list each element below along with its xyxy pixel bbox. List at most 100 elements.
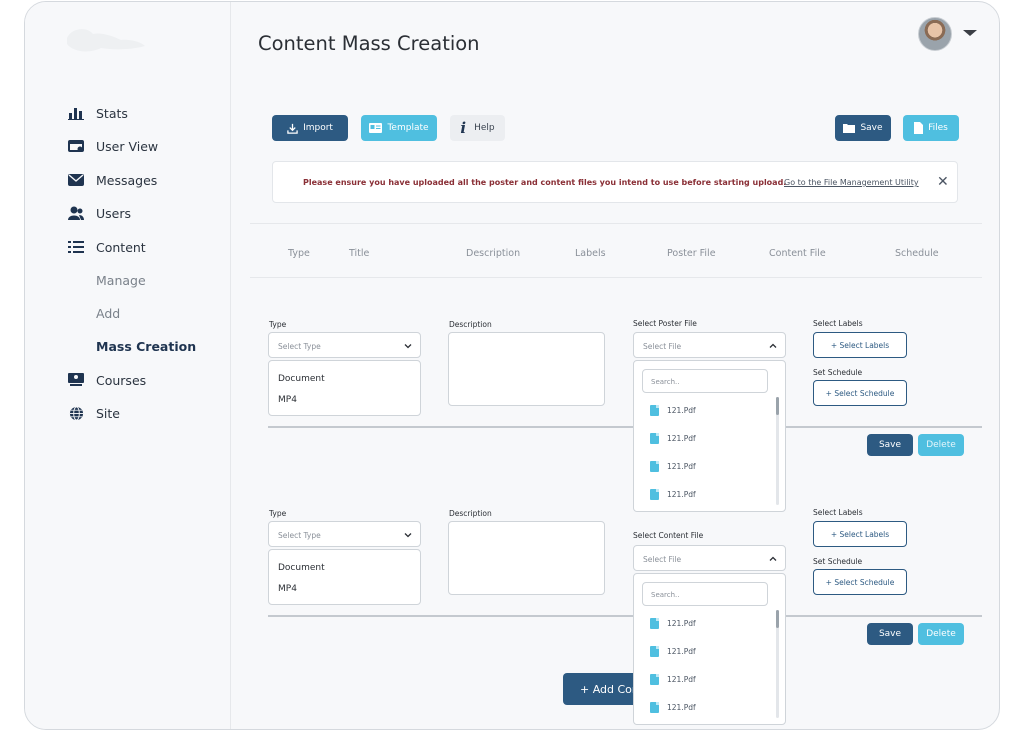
poster-file-select[interactable]: Select File [633, 332, 786, 358]
sidebar: Stats User View Messages Users Content M… [25, 2, 231, 729]
sidebar-item-users[interactable]: Users [67, 202, 217, 224]
content-file-select[interactable]: Select File [633, 545, 786, 571]
file-management-link[interactable]: Go to the File Management Utility [784, 178, 919, 187]
folder-icon [843, 124, 856, 133]
file-icon [650, 701, 659, 713]
scrollbar-thumb[interactable] [776, 397, 779, 415]
file-icon [650, 673, 659, 685]
sidebar-subitem-manage[interactable]: Manage [67, 269, 217, 291]
select-schedule-button[interactable]: + Select Schedule [813, 569, 907, 595]
row-save-button[interactable]: Save [867, 623, 913, 645]
sidebar-item-site[interactable]: Site [67, 402, 217, 424]
file-option[interactable]: 121.Pdf [650, 700, 696, 714]
type-select-placeholder: Select Type [278, 531, 321, 540]
file-name: 121.Pdf [667, 433, 696, 443]
sidebar-item-label: Messages [96, 172, 158, 188]
schedule-label: Set Schedule [813, 557, 863, 566]
sidebar-subitem-add[interactable]: Add [67, 302, 217, 324]
content-file-placeholder: Select File [643, 555, 682, 564]
content-file-search-input[interactable]: Search.. [642, 582, 768, 606]
file-name: 121.Pdf [667, 489, 696, 499]
main-content: Content Mass Creation Import Template i … [232, 2, 999, 729]
type-options-list: Document MP4 [268, 549, 421, 605]
presentation-icon [67, 372, 85, 388]
id-card-icon [369, 123, 383, 133]
file-icon [914, 122, 924, 134]
sidebar-item-user-view[interactable]: User View [67, 135, 217, 157]
avatar[interactable] [918, 17, 952, 51]
sidebar-item-label: Mass Creation [96, 338, 197, 354]
row-separator [268, 426, 633, 428]
files-button[interactable]: Files [903, 115, 959, 141]
file-option[interactable]: 121.Pdf [650, 403, 696, 417]
poster-file-dropdown: Search.. 121.Pdf 121.Pdf 121.Pdf 121.Pdf [633, 360, 786, 512]
file-option[interactable]: 121.Pdf [650, 459, 696, 473]
app-window: Stats User View Messages Users Content M… [24, 1, 1000, 730]
row-save-button[interactable]: Save [867, 434, 913, 456]
row-delete-button[interactable]: Delete [918, 434, 964, 456]
type-select[interactable]: Select Type [268, 521, 421, 547]
import-button[interactable]: Import [272, 115, 348, 141]
file-option[interactable]: 121.Pdf [650, 487, 696, 501]
sidebar-item-messages[interactable]: Messages [67, 169, 217, 191]
description-label: Description [449, 509, 492, 518]
content-file-dropdown: Search.. 121.Pdf 121.Pdf 121.Pdf 121.Pdf [633, 573, 786, 725]
sidebar-item-label: Users [96, 205, 132, 221]
file-option[interactable]: 121.Pdf [650, 672, 696, 686]
file-name: 121.Pdf [667, 618, 696, 628]
browser-icon [67, 138, 85, 154]
sidebar-subitem-mass-creation[interactable]: Mass Creation [67, 335, 217, 357]
content-file-label: Select Content File [633, 531, 704, 540]
row-delete-button[interactable]: Delete [918, 623, 964, 645]
file-name: 121.Pdf [667, 702, 696, 712]
file-option[interactable]: 121.Pdf [650, 431, 696, 445]
files-label: Files [928, 123, 948, 133]
description-textarea[interactable] [448, 521, 605, 595]
logo [67, 29, 145, 52]
column-header-description: Description [466, 248, 521, 259]
bar-chart-icon [67, 105, 85, 121]
template-button[interactable]: Template [361, 115, 437, 141]
notice-banner: Please ensure you have uploaded all the … [272, 161, 958, 203]
type-option-mp4[interactable]: MP4 [278, 395, 297, 405]
column-header-schedule: Schedule [895, 248, 939, 259]
select-labels-button[interactable]: + Select Labels [813, 332, 907, 358]
list-icon [67, 239, 85, 255]
file-icon [650, 645, 659, 657]
file-icon [650, 460, 659, 472]
globe-icon [67, 405, 85, 421]
type-option-mp4[interactable]: MP4 [278, 584, 297, 594]
close-icon[interactable]: ✕ [937, 174, 949, 190]
file-option[interactable]: 121.Pdf [650, 616, 696, 630]
envelope-icon [67, 172, 85, 188]
labels-label: Select Labels [813, 319, 863, 328]
help-label: Help [474, 123, 495, 133]
sidebar-item-content[interactable]: Content [67, 236, 217, 258]
help-button[interactable]: i Help [450, 115, 505, 141]
row-separator [786, 615, 982, 617]
type-select[interactable]: Select Type [268, 332, 421, 358]
file-icon [650, 617, 659, 629]
column-header-content-file: Content File [769, 248, 826, 259]
type-option-document[interactable]: Document [278, 374, 325, 384]
poster-file-search-input[interactable]: Search.. [642, 369, 768, 393]
file-option[interactable]: 121.Pdf [650, 644, 696, 658]
row-separator [268, 615, 633, 617]
select-schedule-button[interactable]: + Select Schedule [813, 380, 907, 406]
column-header-poster-file: Poster File [667, 248, 716, 259]
sidebar-item-stats[interactable]: Stats [67, 102, 217, 124]
save-button[interactable]: Save [835, 115, 891, 141]
chevron-up-icon [769, 343, 777, 348]
sidebar-item-label: Site [96, 405, 120, 421]
scrollbar-thumb[interactable] [776, 610, 779, 628]
info-icon: i [460, 119, 467, 137]
page-title: Content Mass Creation [258, 32, 480, 55]
type-option-document[interactable]: Document [278, 563, 325, 573]
chevron-down-icon[interactable] [963, 30, 977, 36]
sidebar-item-courses[interactable]: Courses [67, 369, 217, 391]
sidebar-item-label: Stats [96, 105, 128, 121]
description-label: Description [449, 320, 492, 329]
description-textarea[interactable] [448, 332, 605, 406]
save-label: Save [860, 123, 883, 133]
select-labels-button[interactable]: + Select Labels [813, 521, 907, 547]
